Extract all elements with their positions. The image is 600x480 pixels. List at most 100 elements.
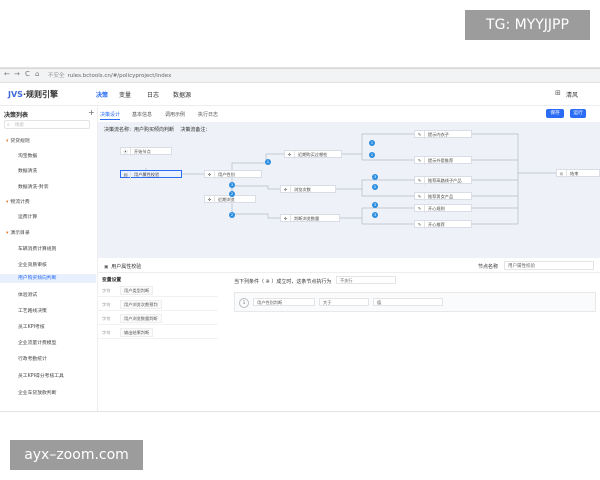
variable-type: 字符 xyxy=(102,330,111,335)
node-result[interactable]: ✎ 开心规则 xyxy=(414,204,472,213)
node-label: 提示内衣子 xyxy=(428,132,449,137)
sidebar-item[interactable]: 员工KPI考核 xyxy=(18,323,45,330)
add-icon[interactable]: + xyxy=(88,108,95,117)
node-start[interactable]: ⦿ 开始节点 xyxy=(120,147,172,156)
condition-value[interactable]: 值 xyxy=(373,298,443,306)
browser-window: ← → C ⌂ 不安全 rules.bctools.cn/#/policyproj… xyxy=(0,68,600,411)
sidebar-item[interactable]: 车辆消费计算规则 xyxy=(18,245,56,252)
app-grid-icon[interactable]: ⊞ xyxy=(555,89,561,97)
node-result[interactable]: ✎ 提示内衣子 xyxy=(414,130,472,139)
variable-type: 字符 xyxy=(102,302,111,307)
flow-canvas[interactable]: 决策流名称：用户购买倾向判断 决策流备注： ⦿ 开始节点 ▤ 用户属性校验 ✣ 用户性… xyxy=(98,122,600,258)
app-logo[interactable]: JVS·规则引擎 xyxy=(8,89,58,100)
sidebar-item[interactable]: 淘宝数据 xyxy=(18,152,37,159)
sidebar: 决策列表 + ⌕ 搜索 贷贷规则 淘宝数据 数据清洗 数据清洗-封装 物流计费 运… xyxy=(0,106,98,411)
node-result[interactable]: ✎ 推荐男女产品 xyxy=(414,192,472,201)
branch-node-icon: ✣ xyxy=(205,171,215,179)
nav-datasource[interactable]: 数据源 xyxy=(173,90,191,99)
sidebar-item[interactable]: 工艺路线决策 xyxy=(18,307,47,314)
sidebar-item[interactable]: 数据清洗-封装 xyxy=(18,183,49,190)
user-name[interactable]: 清风 xyxy=(566,90,578,99)
node-attr-check[interactable]: ▤ 用户属性校验 xyxy=(120,170,182,179)
variable-row[interactable]: 字符 输出结果判断 xyxy=(98,328,218,339)
sidebar-group[interactable]: 贷贷规则 xyxy=(6,137,29,144)
flow-name-label: 决策流名称：用户购买倾向判断 决策流备注： xyxy=(104,126,210,133)
home-icon[interactable]: ⌂ xyxy=(35,70,39,78)
node-end[interactable]: ◎ 结束 xyxy=(556,169,600,178)
node-label: 结束 xyxy=(570,171,579,176)
sidebar-title: 决策列表 xyxy=(4,112,29,119)
sidebar-item[interactable]: 体验测试 xyxy=(18,291,37,298)
node-label: 近期购买过哪些 xyxy=(298,152,328,157)
logo-mark: JVS xyxy=(8,90,23,99)
variable-row[interactable]: 字符 用户类型判断 xyxy=(98,286,218,297)
edit-node-icon: ✎ xyxy=(415,193,425,201)
condition-row: 1 用户性别判断 大于 值 xyxy=(234,292,596,312)
variable-row[interactable]: 字符 用户浏览次数预判 xyxy=(98,300,218,311)
branch-node-icon: ✣ xyxy=(281,215,291,223)
forward-icon[interactable]: → xyxy=(14,70,20,78)
variable-type: 字符 xyxy=(102,288,111,293)
url-field[interactable]: 不安全 rules.bctools.cn/#/policyproject/inde… xyxy=(48,71,171,79)
sidebar-item[interactable]: 行政考勤统计 xyxy=(18,355,47,362)
condition-index: 1 xyxy=(239,298,249,308)
branch-badge: 1 xyxy=(369,140,375,146)
main-panel: 决策设计 基本信息 调用示例 执行日志 保存 运行 决策流名称：用户购买倾向判断… xyxy=(98,106,600,411)
sidebar-group[interactable]: 演示目录 xyxy=(6,229,29,236)
end-node-icon: ◎ xyxy=(557,170,567,178)
node-label: 开心推荐 xyxy=(428,222,445,227)
tab-call-example[interactable]: 调用示例 xyxy=(165,111,185,118)
sidebar-item[interactable]: 运费计算 xyxy=(18,213,37,220)
sidebar-item[interactable]: 数据清洗 xyxy=(18,167,37,174)
variable-name: 用户浏览次数预判 xyxy=(120,300,162,309)
sidebar-item-active[interactable]: 用户购买倾向判断 xyxy=(0,274,96,283)
app-header: JVS·规则引擎 决策 变量 日志 数据源 ⊞ 清风 xyxy=(0,83,600,106)
variable-row[interactable]: 字符 用户浏览数量判断 xyxy=(98,314,218,325)
variable-name: 用户类型判断 xyxy=(120,286,154,295)
node-result[interactable]: ✎ 提示外套推荐 xyxy=(414,156,472,165)
watermark-bottom: ayx–zoom.com xyxy=(10,440,143,470)
rule-action-select[interactable]: 不执行 xyxy=(336,276,396,284)
branch-node-icon: ✣ xyxy=(281,186,291,194)
back-icon[interactable]: ← xyxy=(4,70,10,78)
condition-operator[interactable]: 大于 xyxy=(319,298,369,306)
flow-connectors xyxy=(145,133,556,225)
node-label: 浏览次数 xyxy=(294,187,311,192)
sidebar-item[interactable]: 企业车贷放款判断 xyxy=(18,389,56,396)
branch-badge: 3 xyxy=(372,212,378,218)
edit-node-icon: ✎ xyxy=(415,157,425,165)
node-label: 开心规则 xyxy=(428,206,445,211)
node-name-input[interactable]: 用户属性校验 xyxy=(504,261,594,270)
sidebar-group[interactable]: 物流计费 xyxy=(6,198,29,205)
nav-variables[interactable]: 变量 xyxy=(119,90,131,99)
node-result[interactable]: ✎ 推荐高路线子产品 xyxy=(414,176,472,185)
edit-node-icon: ✎ xyxy=(415,131,425,139)
flow-name-text: 决策流名称：用户购买倾向判断 xyxy=(104,127,175,133)
sidebar-item[interactable]: 员工KPI得分考核工具 xyxy=(18,372,64,379)
run-button[interactable]: 运行 xyxy=(570,109,586,118)
branch-badge: 2 xyxy=(369,152,375,158)
reload-icon[interactable]: C xyxy=(25,70,30,78)
branch-badge: 2 xyxy=(229,212,235,218)
nav-decision[interactable]: 决策 xyxy=(96,90,108,99)
node-recent-buy[interactable]: ✣ 近期购买过哪些 xyxy=(284,150,342,159)
search-icon: ⌕ xyxy=(7,122,10,128)
node-judge-browse[interactable]: ✣ 判断浏览数量 xyxy=(280,214,340,223)
node-label: 提示外套推荐 xyxy=(428,158,454,163)
edit-node-icon: ✎ xyxy=(415,221,425,229)
sidebar-search-input[interactable]: ⌕ 搜索 xyxy=(4,120,90,129)
tab-design[interactable]: 决策设计 xyxy=(100,111,121,120)
sidebar-item[interactable]: 企业资质审核 xyxy=(18,261,47,268)
sidebar-item[interactable]: 企业流量计费模型 xyxy=(18,339,56,346)
tab-exec-log[interactable]: 执行日志 xyxy=(198,111,218,118)
condition-field[interactable]: 用户性别判断 xyxy=(253,298,315,306)
start-node-icon: ⦿ xyxy=(121,148,131,156)
node-user-gender[interactable]: ✣ 用户性别 xyxy=(204,170,262,179)
nav-logs[interactable]: 日志 xyxy=(147,90,159,99)
tab-basic-info[interactable]: 基本信息 xyxy=(132,111,152,118)
node-browse-count[interactable]: ✣ 浏览次数 xyxy=(280,185,336,194)
branch-node-icon: ✣ xyxy=(285,151,295,159)
branch-badge: 2 xyxy=(229,191,235,197)
node-result[interactable]: ✎ 开心推荐 xyxy=(414,220,472,229)
save-button[interactable]: 保存 xyxy=(546,109,564,118)
